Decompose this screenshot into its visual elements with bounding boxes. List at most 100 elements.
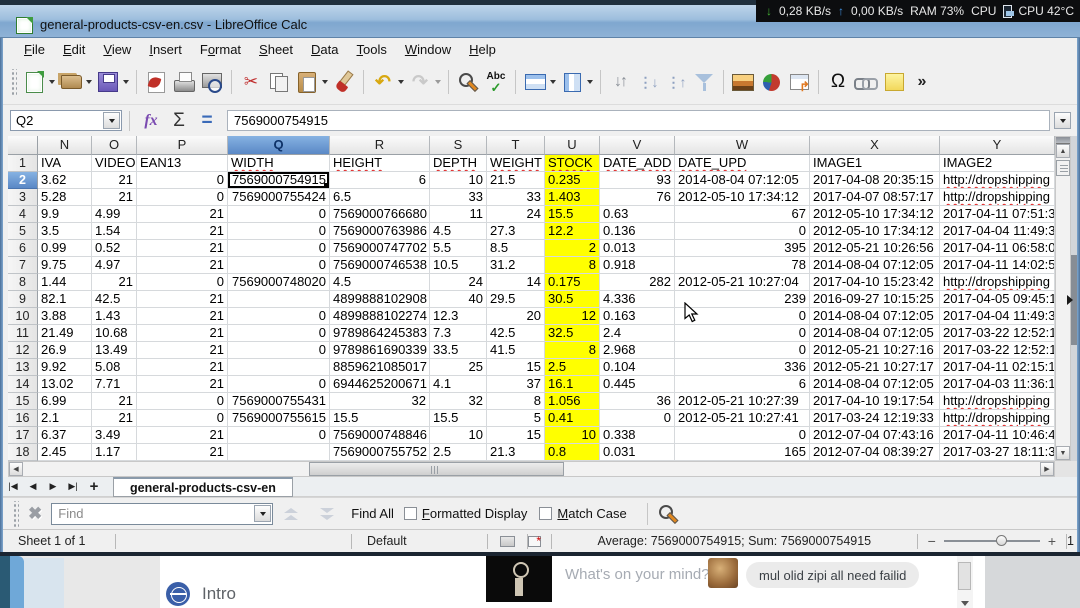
cell-O2[interactable]: 21 [92,172,137,189]
paste-dropdown-icon[interactable] [322,80,328,84]
cell-S11[interactable]: 7.3 [430,325,487,342]
cell-N9[interactable]: 82.1 [38,291,92,308]
menu-view[interactable]: View [94,40,140,59]
cell-W4[interactable]: 67 [675,206,810,223]
cell-V3[interactable]: 76 [600,189,675,206]
cell-S3[interactable]: 33 [430,189,487,206]
row-header-8[interactable]: 8 [8,274,38,291]
print-button[interactable] [170,67,198,97]
cell-Q10[interactable]: 0 [228,308,330,325]
sort-descending-button[interactable] [662,67,690,97]
expand-formula-bar-icon[interactable] [1054,112,1071,129]
clone-formatting-button[interactable] [330,67,358,97]
cell-W12[interactable]: 0 [675,342,810,359]
cell-O7[interactable]: 4.97 [92,257,137,274]
cell-T17[interactable]: 15 [487,427,545,444]
copy-button[interactable] [265,67,293,97]
cell-V9[interactable]: 4.336 [600,291,675,308]
cell-Q5[interactable]: 0 [228,223,330,240]
cell-O12[interactable]: 13.49 [92,342,137,359]
cell-R17[interactable]: 7569000748846 [330,427,430,444]
cell-N6[interactable]: 0.99 [38,240,92,257]
selection-summary[interactable]: Average: 7569000754915; Sum: 75690007549… [552,534,917,548]
cell-Y6[interactable]: 2017-04-11 06:58:0 [940,240,1055,257]
cell-T8[interactable]: 14 [487,274,545,291]
cell-U3[interactable]: 1.403 [545,189,600,206]
cell-O4[interactable]: 4.99 [92,206,137,223]
cell-P9[interactable]: 21 [137,291,228,308]
background-scroll-thumb[interactable] [958,562,971,590]
scroll-right-icon[interactable]: ▶ [1040,462,1054,476]
cell-N7[interactable]: 9.75 [38,257,92,274]
row-header-16[interactable]: 16 [8,410,38,427]
cell-W17[interactable]: 0 [675,427,810,444]
cell-P3[interactable]: 0 [137,189,228,206]
cell-X10[interactable]: 2014-08-04 07:12:05 [810,308,940,325]
cell-P10[interactable]: 21 [137,308,228,325]
column-dropdown-icon[interactable] [587,80,593,84]
cell-V12[interactable]: 2.968 [600,342,675,359]
cell-Q18[interactable] [228,444,330,461]
cell-Y3[interactable]: http://dropshipping [940,189,1055,206]
find-and-replace-icon[interactable] [656,502,680,526]
row-header-7[interactable]: 7 [8,257,38,274]
export-pdf-button[interactable] [142,67,170,97]
special-character-button[interactable] [824,67,852,97]
zoom-slider[interactable] [944,540,1040,542]
cell-Q2[interactable]: 7569000754915 [228,172,330,189]
cell-W13[interactable]: 336 [675,359,810,376]
find-next-icon[interactable] [320,508,334,520]
cell-R12[interactable]: 9789861690339 [330,342,430,359]
cell-O17[interactable]: 3.49 [92,427,137,444]
input-line[interactable] [227,110,1050,131]
cell-W5[interactable]: 0 [675,223,810,240]
horizontal-scroll-thumb[interactable] [309,462,564,476]
cell-X15[interactable]: 2017-04-10 19:17:54 [810,393,940,410]
cell-T1[interactable]: WEIGHT [487,155,545,172]
cell-R16[interactable]: 15.5 [330,410,430,427]
menu-sheet[interactable]: Sheet [250,40,302,59]
new-document-button[interactable] [20,67,57,97]
cell-V13[interactable]: 0.104 [600,359,675,376]
cell-S16[interactable]: 15.5 [430,410,487,427]
insert-hyperlink-button[interactable] [852,67,880,97]
cell-U16[interactable]: 0.41 [545,410,600,427]
undo-button[interactable] [369,67,406,97]
cell-W1[interactable]: DATE_UPD [675,155,810,172]
sort-button[interactable] [606,67,634,97]
findbar-grip[interactable] [12,501,19,527]
name-box[interactable] [10,110,122,131]
close-findbar-icon[interactable]: ✖ [28,504,42,524]
cell-W9[interactable]: 239 [675,291,810,308]
cell-P18[interactable]: 21 [137,444,228,461]
cell-P1[interactable]: EAN13 [137,155,228,172]
cell-U9[interactable]: 30.5 [545,291,600,308]
find-combobox[interactable] [51,503,273,525]
cell-Y5[interactable]: 2017-04-04 11:49:3 [940,223,1055,240]
menu-data[interactable]: Data [302,40,347,59]
cell-R15[interactable]: 32 [330,393,430,410]
cell-S15[interactable]: 32 [430,393,487,410]
cell-reference-input[interactable] [11,113,99,128]
cell-U11[interactable]: 32.5 [545,325,600,342]
open-dropdown-icon[interactable] [86,80,92,84]
cell-S1[interactable]: DEPTH [430,155,487,172]
cell-X17[interactable]: 2012-07-04 07:43:16 [810,427,940,444]
cell-N15[interactable]: 6.99 [38,393,92,410]
cell-P2[interactable]: 0 [137,172,228,189]
cell-U1[interactable]: STOCK [545,155,600,172]
cell-W11[interactable]: 0 [675,325,810,342]
horizontal-scrollbar[interactable]: ◀ ▶ [8,461,1055,477]
cell-N13[interactable]: 9.92 [38,359,92,376]
equals-icon[interactable]: = [193,109,221,133]
row-header-4[interactable]: 4 [8,206,38,223]
spelling-button[interactable] [482,67,510,97]
cell-R1[interactable]: HEIGHT [330,155,430,172]
find-previous-icon[interactable] [284,508,298,520]
zoom-in-icon[interactable]: + [1048,533,1056,549]
column-header-V[interactable]: V [600,136,675,155]
cell-N4[interactable]: 9.9 [38,206,92,223]
cell-Y8[interactable]: http://dropshipping [940,274,1055,291]
cell-V11[interactable]: 2.4 [600,325,675,342]
cell-W10[interactable]: 0 [675,308,810,325]
